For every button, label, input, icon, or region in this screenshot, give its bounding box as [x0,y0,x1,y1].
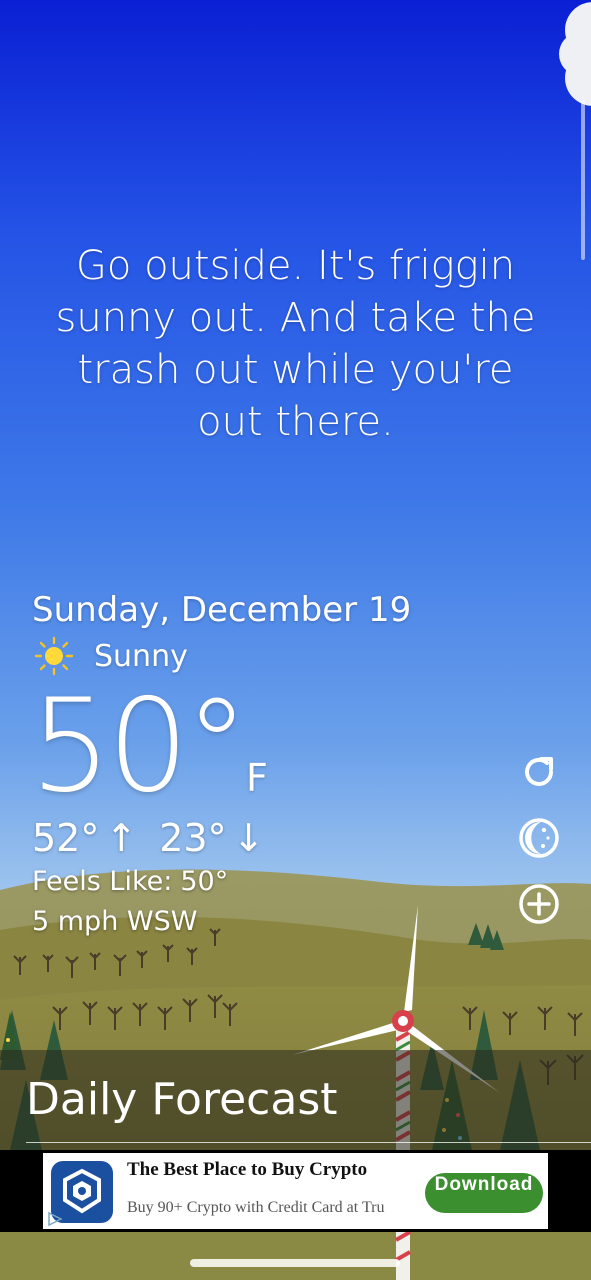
wind-info: 5 mph WSW [32,906,198,937]
feels-like-row: Feels Like: 50° [32,866,228,897]
ad-download-button[interactable]: Download [425,1173,543,1213]
daily-forecast-title: Daily Forecast [26,1074,338,1125]
snarky-quote: Go outside. It's friggin sunny out. And … [55,243,536,445]
add-location-button[interactable] [517,882,561,926]
feels-like-value: 50° [180,866,229,897]
feels-like-label: Feels Like: [32,866,173,897]
high-arrow-icon: ↑ [105,816,138,860]
scroll-indicator[interactable] [581,100,585,260]
low-temp: 23° [159,816,227,860]
condition-row: Sunny [34,636,188,676]
refresh-button[interactable] [517,750,561,794]
refresh-icon [525,757,553,786]
ad-title[interactable]: The Best Place to Buy Crypto [127,1159,367,1181]
high-temp: 52° [32,816,100,860]
low-arrow-icon: ↓ [232,816,265,860]
add-location-icon [519,884,559,924]
date-label: Sunday, December 19 [32,590,412,630]
ad-banner[interactable]: The Best Place to Buy Crypto Buy 90+ Cry… [0,1150,591,1232]
ad-choices-icon[interactable] [47,1211,63,1227]
ad-subtitle[interactable]: Buy 90+ Crypto with Credit Card at Tru [127,1199,427,1217]
home-indicator[interactable] [190,1259,400,1267]
moon-button[interactable] [517,816,561,860]
current-temperature: 50° [30,672,249,821]
temperature-unit[interactable]: F [246,756,268,800]
weather-app: Go outside. It's friggin sunny out. And … [0,0,591,1280]
cloud-icon [559,2,591,106]
moon-icon [519,818,559,858]
forecast-divider [26,1142,591,1143]
ad-content[interactable]: The Best Place to Buy Crypto Buy 90+ Cry… [43,1153,548,1229]
condition-label: Sunny [94,638,188,674]
high-low-row: 52° ↑ 23° ↓ [32,816,264,860]
sun-icon [34,636,74,676]
